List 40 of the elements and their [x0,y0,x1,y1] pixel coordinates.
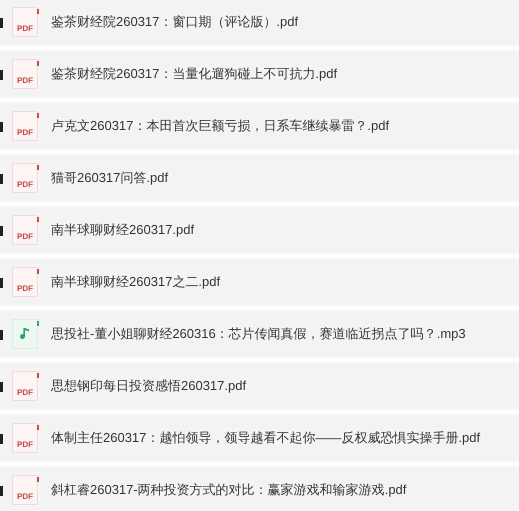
file-name: 体制主任260317：越怕领导，领导越看不起你——反权威恐惧实操手册.pdf [51,429,480,448]
pdf-file-icon: PDF [12,7,38,37]
file-row[interactable]: PDF 鉴茶财经院260317：窗口期（评论版）.pdf [0,0,519,46]
edge-marker [0,382,3,392]
file-row[interactable]: PDF 猫哥260317问答.pdf [0,154,519,202]
file-name: 南半球聊财经260317.pdf [51,221,194,240]
file-row[interactable]: PDF 思想钢印每日投资感悟260317.pdf [0,362,519,410]
edge-marker [0,330,3,340]
pdf-file-icon: PDF [12,215,38,245]
pdf-file-icon: PDF [12,163,38,193]
file-row[interactable]: PDF 体制主任260317：越怕领导，领导越看不起你——反权威恐惧实操手册.pdf [0,414,519,462]
file-row[interactable]: PDF 鉴茶财经院260317：当量化遛狗碰上不可抗力.pdf [0,50,519,98]
file-name: 鉴茶财经院260317：窗口期（评论版）.pdf [51,13,298,32]
file-row[interactable]: PDF 南半球聊财经260317之二.pdf [0,258,519,306]
file-name: 思想钢印每日投资感悟260317.pdf [51,377,246,396]
edge-marker [0,278,3,288]
file-name: 鉴茶财经院260317：当量化遛狗碰上不可抗力.pdf [51,65,338,84]
audio-file-icon [12,319,38,349]
file-row[interactable]: PDF 卢克文260317：本田首次巨额亏损，日系车继续暴雷？.pdf [0,102,519,150]
edge-marker [0,70,3,80]
edge-marker [0,226,3,236]
pdf-file-icon: PDF [12,423,38,453]
file-row[interactable]: PDF 斜杠睿260317-两种投资方式的对比：赢家游戏和输家游戏.pdf [0,466,519,511]
file-name: 斜杠睿260317-两种投资方式的对比：赢家游戏和输家游戏.pdf [51,481,406,500]
pdf-file-icon: PDF [12,59,38,89]
edge-marker [0,122,3,132]
edge-marker [0,486,3,496]
edge-marker [0,434,3,444]
file-row[interactable]: 思投社-董小姐聊财经260316：芯片传闻真假，赛道临近拐点了吗？.mp3 [0,310,519,358]
file-name: 猫哥260317问答.pdf [51,169,168,188]
edge-marker [0,174,3,184]
pdf-file-icon: PDF [12,475,38,505]
file-name: 南半球聊财经260317之二.pdf [51,273,220,292]
file-name: 思投社-董小姐聊财经260316：芯片传闻真假，赛道临近拐点了吗？.mp3 [51,325,466,344]
pdf-file-icon: PDF [12,371,38,401]
edge-marker [0,18,3,28]
file-row[interactable]: PDF 南半球聊财经260317.pdf [0,206,519,254]
pdf-file-icon: PDF [12,111,38,141]
pdf-file-icon: PDF [12,267,38,297]
file-name: 卢克文260317：本田首次巨额亏损，日系车继续暴雷？.pdf [51,117,390,136]
